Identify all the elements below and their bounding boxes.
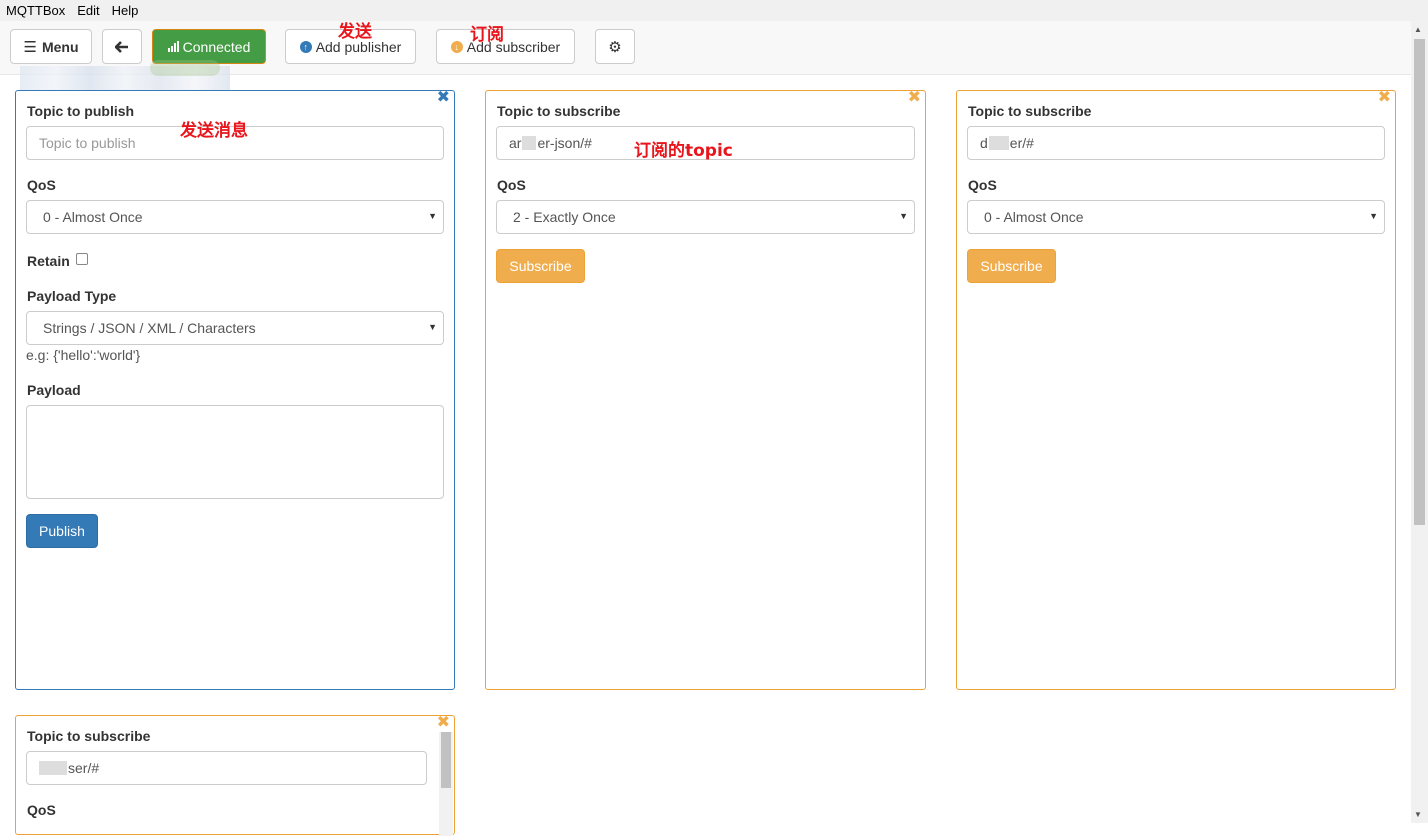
- add-subscriber-button[interactable]: ↓ Add subscriber: [436, 29, 575, 64]
- retain-checkbox[interactable]: [76, 253, 88, 265]
- topic-to-subscribe-label: Topic to subscribe: [497, 103, 621, 119]
- close-icon[interactable]: ✖: [437, 715, 450, 731]
- payload-type-help: e.g: {'hello':'world'}: [26, 347, 141, 363]
- menu-mqttbox[interactable]: MQTTBox: [6, 3, 65, 18]
- retain-label: Retain: [27, 253, 70, 269]
- annotation-send: 发送: [338, 22, 372, 42]
- qos-label: QoS: [968, 177, 997, 193]
- topic-suffix: er/#: [1009, 135, 1034, 151]
- annotation-send-message: 发送消息: [180, 121, 248, 141]
- qos-label: QoS: [27, 802, 56, 818]
- subscriber-panel: ✖ Topic to subscribe ar er-json/# QoS 2 …: [485, 90, 926, 690]
- redacted-mark: [522, 136, 537, 150]
- subscriber-panel: ✖ Topic to subscribe d er/# QoS 0 - Almo…: [956, 90, 1396, 690]
- connected-label: Connected: [182, 38, 251, 55]
- caret-down-icon: ▼: [428, 211, 437, 221]
- back-button[interactable]: [102, 29, 142, 64]
- subscribe-qos-select[interactable]: 2 - Exactly Once ▼: [496, 200, 915, 234]
- menu-bar: MQTTBox Edit Help: [0, 0, 1428, 21]
- qos-label: QoS: [497, 177, 526, 193]
- topic-to-subscribe-label: Topic to subscribe: [968, 103, 1092, 119]
- menu-help[interactable]: Help: [112, 3, 139, 18]
- arrow-left-icon: [115, 40, 128, 53]
- settings-button[interactable]: ⚙: [595, 29, 635, 64]
- arrow-down-circle-icon: ↓: [450, 40, 463, 53]
- publish-qos-value: 0 - Almost Once: [43, 209, 143, 225]
- menu-button-label: Menu: [41, 38, 79, 55]
- payload-textarea[interactable]: [26, 405, 444, 499]
- redacted-mark: [39, 761, 67, 775]
- subscriber-panel: ✖ Topic to subscribe ser/# QoS: [15, 715, 455, 836]
- subscribe-qos-value: 0 - Almost Once: [984, 209, 1084, 225]
- subscribe-button[interactable]: Subscribe: [496, 249, 585, 283]
- payload-label: Payload: [27, 382, 81, 398]
- topic-to-subscribe-label: Topic to subscribe: [27, 728, 151, 744]
- panel-scrollbar[interactable]: [439, 732, 453, 836]
- caret-down-icon: ▼: [1369, 211, 1378, 221]
- connected-button[interactable]: Connected: [152, 29, 266, 64]
- redacted-mark: [988, 136, 1009, 150]
- subscribe-topic-input[interactable]: d er/#: [967, 126, 1385, 160]
- subscribe-topic-input[interactable]: ser/#: [26, 751, 427, 785]
- caret-down-icon: ▼: [428, 322, 437, 332]
- window-scrollbar[interactable]: ▲ ▼: [1411, 21, 1428, 823]
- menu-button[interactable]: ☰ Menu: [10, 29, 92, 64]
- publisher-panel: ✖ Topic to publish Topic to publish QoS …: [15, 90, 455, 690]
- window-scrollbar-thumb[interactable]: [1414, 39, 1425, 525]
- subscribe-qos-select[interactable]: 0 - Almost Once ▼: [967, 200, 1385, 234]
- panel-scrollbar-thumb[interactable]: [441, 732, 451, 788]
- arrow-up-circle-icon: ↑: [299, 40, 312, 53]
- qos-label: QoS: [27, 177, 56, 193]
- hamburger-icon: ☰: [23, 38, 37, 56]
- close-icon[interactable]: ✖: [437, 90, 450, 106]
- payload-type-label: Payload Type: [27, 288, 117, 304]
- annotation-subscribed-topic: 订阅的topic: [634, 141, 733, 161]
- subscribe-button[interactable]: Subscribe: [967, 249, 1056, 283]
- close-icon[interactable]: ✖: [908, 90, 921, 106]
- publish-button[interactable]: Publish: [26, 514, 98, 548]
- topic-prefix: ar: [509, 135, 522, 151]
- topic-suffix: ser/#: [68, 760, 100, 776]
- subscribe-qos-value: 2 - Exactly Once: [513, 209, 616, 225]
- caret-down-icon: ▼: [899, 211, 908, 221]
- close-icon[interactable]: ✖: [1378, 90, 1391, 106]
- scroll-up-icon[interactable]: ▲: [1414, 25, 1422, 34]
- topic-prefix: d: [980, 135, 988, 151]
- blurred-connection-name: [20, 60, 230, 90]
- gear-icon: ⚙: [608, 38, 622, 56]
- payload-type-select[interactable]: Strings / JSON / XML / Characters ▼: [26, 311, 444, 345]
- annotation-subscribe: 订阅: [470, 25, 504, 45]
- signal-icon: [167, 41, 179, 52]
- topic-to-publish-label: Topic to publish: [27, 103, 135, 119]
- scroll-down-icon[interactable]: ▼: [1414, 810, 1422, 819]
- publish-qos-select[interactable]: 0 - Almost Once ▼: [26, 200, 444, 234]
- topic-suffix: er-json/#: [537, 135, 592, 151]
- payload-type-value: Strings / JSON / XML / Characters: [43, 320, 256, 336]
- menu-edit[interactable]: Edit: [77, 3, 99, 18]
